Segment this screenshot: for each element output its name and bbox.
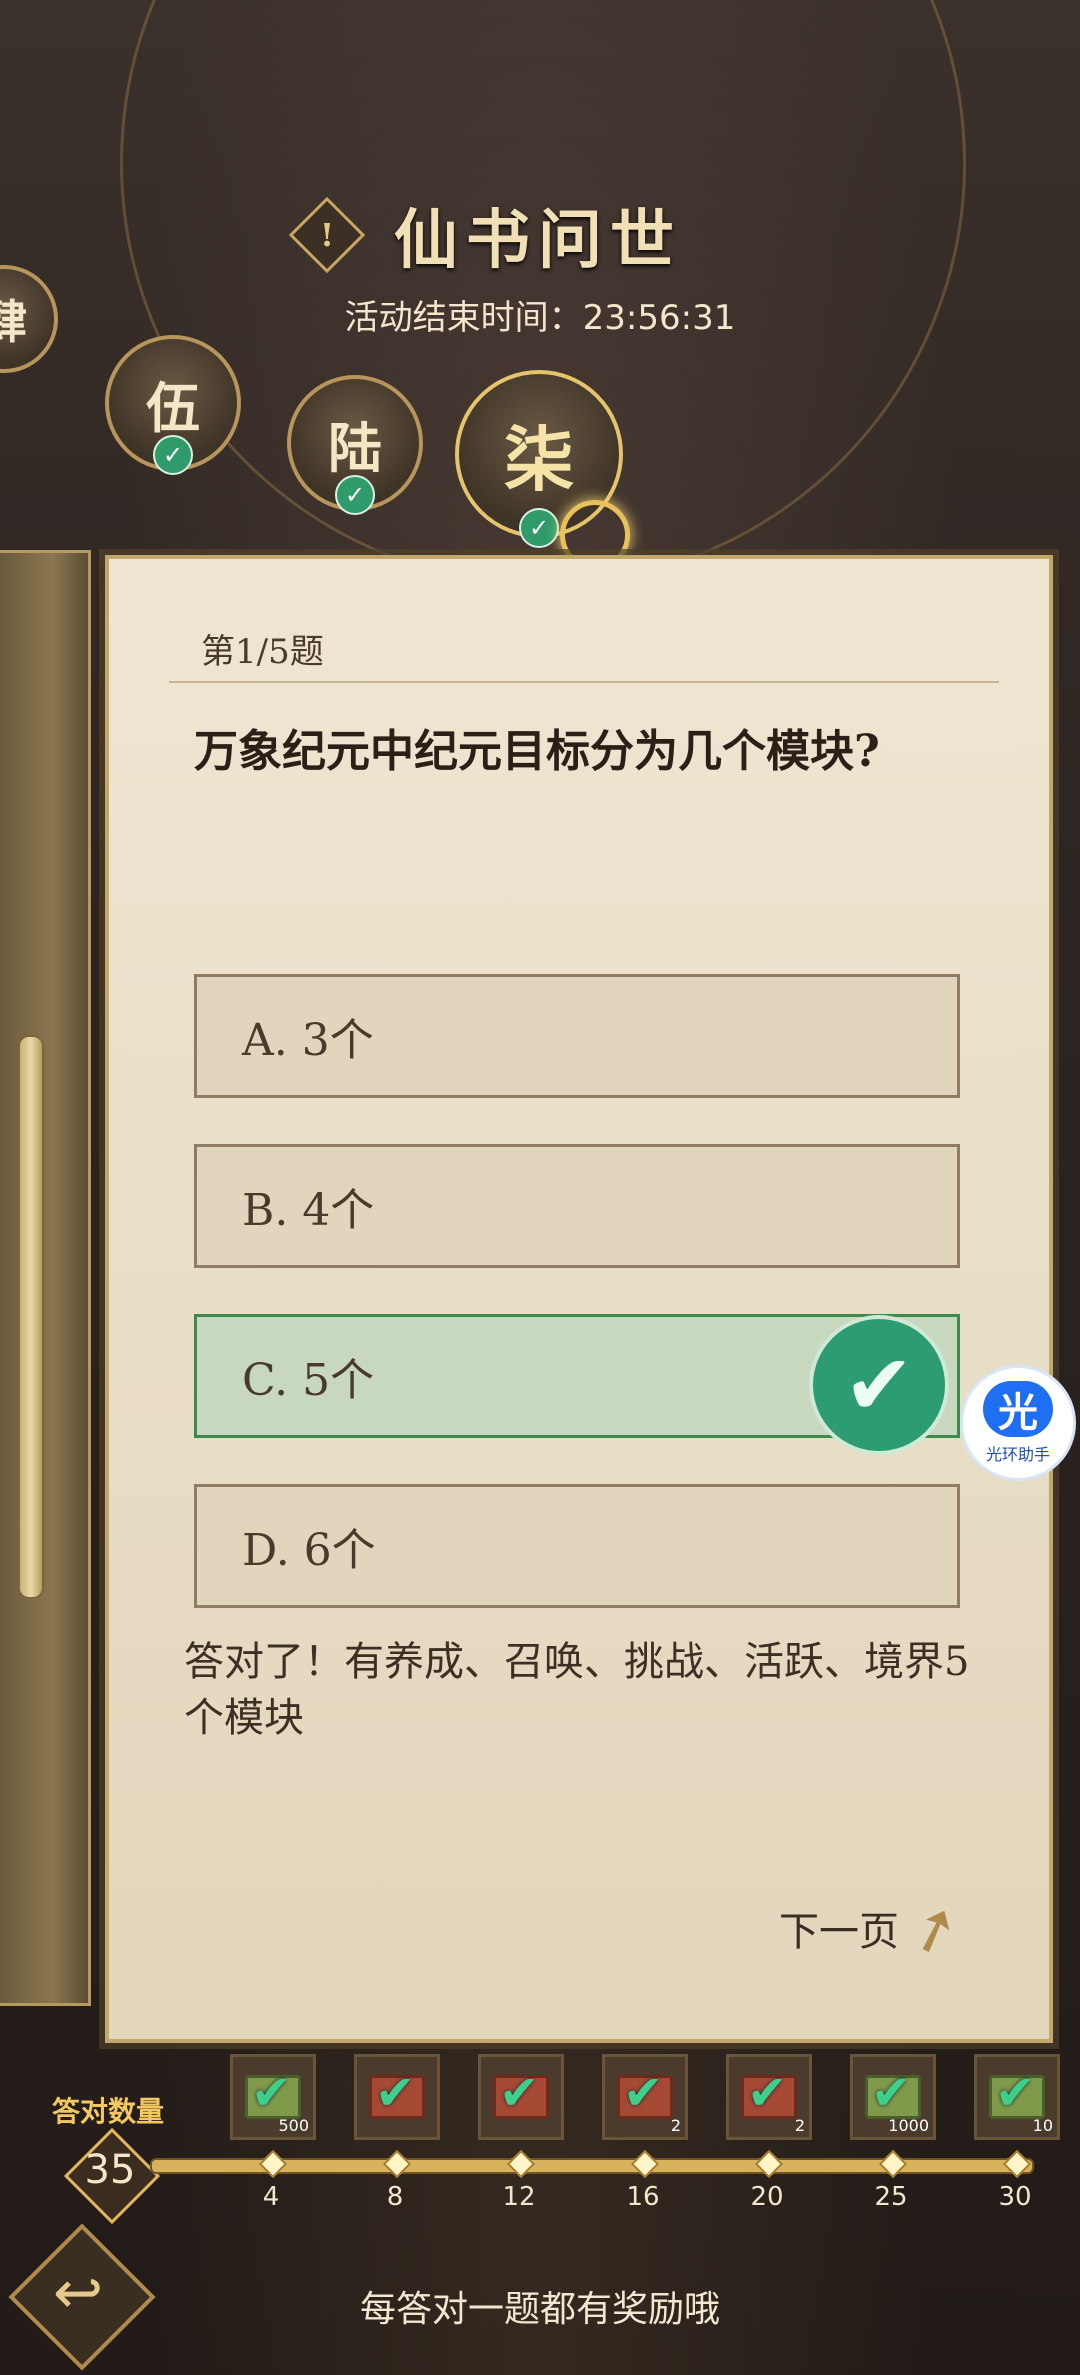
reward-slot[interactable]: ✔ 500 (230, 2054, 316, 2140)
chapter-button-6[interactable]: 陆 ✓ (287, 375, 423, 515)
timer-value: 23:56:31 (582, 298, 736, 338)
claimed-check-icon: ✔ (623, 2065, 664, 2121)
reward-slot[interactable]: ✔ (354, 2054, 440, 2140)
claimed-check-icon: ✔ (375, 2065, 416, 2121)
footer-tip: 每答对一题都有奖励哦 (359, 2289, 720, 2330)
correct-check-icon: ✔ (809, 1315, 949, 1455)
reward-qty: 2 (794, 2116, 805, 2135)
title-bar: ! 仙书问世 (288, 185, 720, 285)
reward-slot[interactable]: ✔ (478, 2054, 564, 2140)
page-title: 仙书问世 (394, 203, 682, 278)
option-label: C. 5个 (242, 1355, 375, 1406)
question-text: 万象纪元中纪元目标分为几个模块? (194, 726, 880, 777)
answer-explanation: 答对了！有养成、召唤、挑战、活跃、境界5个模块 (184, 1639, 970, 1741)
correct-count-value: 35 (84, 2147, 136, 2193)
reward-qty: 1000 (888, 2116, 929, 2135)
quiz-card: 第1/5题 万象纪元中纪元目标分为几个模块? A. 3个 B. 4个 C. 5个… (105, 555, 1053, 2043)
chapter-label: 陆 (328, 415, 382, 480)
claimed-check-icon: ✔ (995, 2065, 1036, 2121)
reward-slot[interactable]: ✔ 10 (974, 2054, 1060, 2140)
question-progress: 第1/5题 (201, 632, 324, 672)
option-d[interactable]: D. 6个 (194, 1484, 960, 1608)
reward-qty: 2 (670, 2116, 681, 2135)
milestone-label: 25 (874, 2182, 908, 2212)
reward-slot[interactable]: ✔ 2 (602, 2054, 688, 2140)
reward-slot[interactable]: ✔ 1000 (850, 2054, 936, 2140)
completed-check-icon: ✓ (519, 508, 559, 548)
option-a[interactable]: A. 3个 (194, 974, 960, 1098)
chapter-label: 肆 (0, 295, 27, 349)
completed-check-icon: ✓ (153, 435, 193, 475)
milestone-label: 4 (262, 2182, 280, 2212)
helper-floating-button[interactable]: 光 光环助手 (960, 1365, 1076, 1481)
completed-check-icon: ✓ (335, 475, 375, 515)
next-page-label: 下一页 (779, 1909, 899, 1955)
arrow-right-icon: ➚ (898, 1888, 971, 1972)
option-label: D. 6个 (242, 1525, 376, 1576)
milestone-label: 8 (386, 2182, 404, 2212)
milestone-label: 20 (750, 2182, 784, 2212)
claimed-check-icon: ✔ (871, 2065, 912, 2121)
option-label: B. 4个 (242, 1185, 375, 1236)
claimed-check-icon: ✔ (499, 2065, 540, 2121)
next-page-button[interactable]: 下一页 ➚ (779, 1888, 970, 1971)
reward-qty: 500 (278, 2116, 309, 2135)
claimed-check-icon: ✔ (251, 2065, 292, 2121)
timer-label: 活动结束时间： (344, 298, 583, 338)
reward-progress: 答对数量 35 ✔ 500 ✔ ✔ ✔ 2 ✔ 2 ✔ 1000 ✔ 10 4 8 12 … (0, 2030, 1080, 2230)
chapter-label: 伍 (146, 375, 200, 440)
divider (169, 681, 999, 683)
helper-logo-icon: 光 (983, 1381, 1053, 1437)
milestone-label: 16 (626, 2182, 660, 2212)
claimed-check-icon: ✔ (747, 2065, 788, 2121)
correct-count-label: 答对数量 (52, 2095, 165, 2128)
milestone-label: 30 (998, 2182, 1032, 2212)
chapter-button-5[interactable]: 伍 ✓ (105, 335, 241, 475)
chapter-label: 柒 (504, 417, 574, 501)
option-c[interactable]: C. 5个 ✔ (194, 1314, 960, 1455)
option-b[interactable]: B. 4个 (194, 1144, 960, 1268)
reward-slot[interactable]: ✔ 2 (726, 2054, 812, 2140)
info-alert-icon[interactable]: ! (288, 196, 366, 274)
option-label: A. 3个 (242, 1015, 374, 1066)
event-timer: 活动结束时间：23:56:31 (0, 290, 1080, 339)
side-panel (0, 550, 91, 2006)
side-scroll-handle[interactable] (18, 1035, 44, 1599)
milestone-label: 12 (502, 2182, 536, 2212)
reward-qty: 10 (1032, 2116, 1053, 2135)
helper-label: 光环助手 (985, 1445, 1050, 1464)
